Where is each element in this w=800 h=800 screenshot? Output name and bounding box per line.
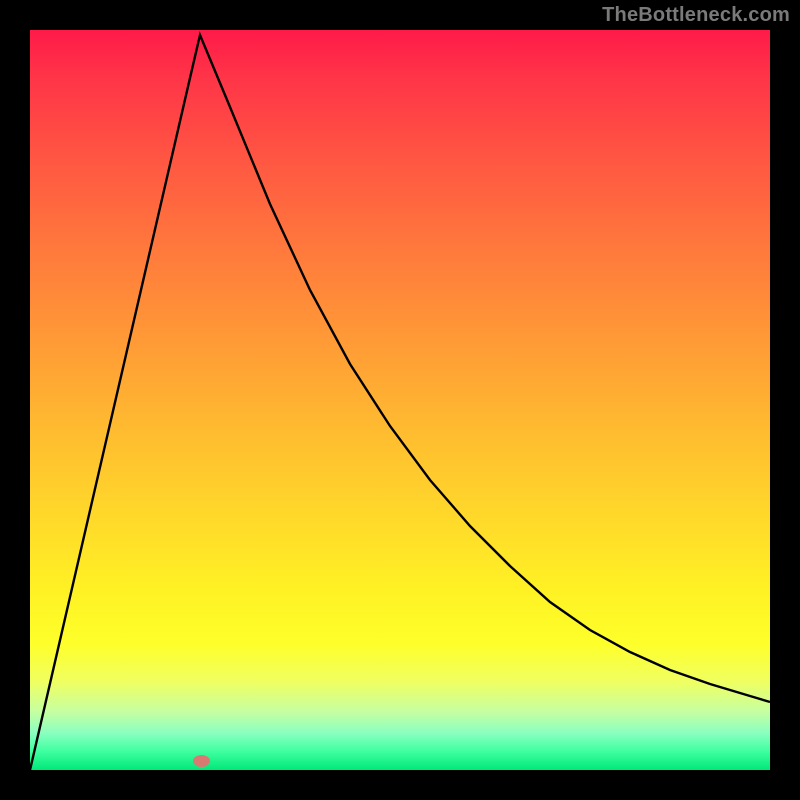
chart-frame: TheBottleneck.com	[0, 0, 800, 800]
attribution-text: TheBottleneck.com	[602, 4, 790, 27]
plot-area	[30, 30, 770, 770]
bottleneck-curve	[30, 30, 770, 770]
min-marker	[193, 755, 210, 767]
